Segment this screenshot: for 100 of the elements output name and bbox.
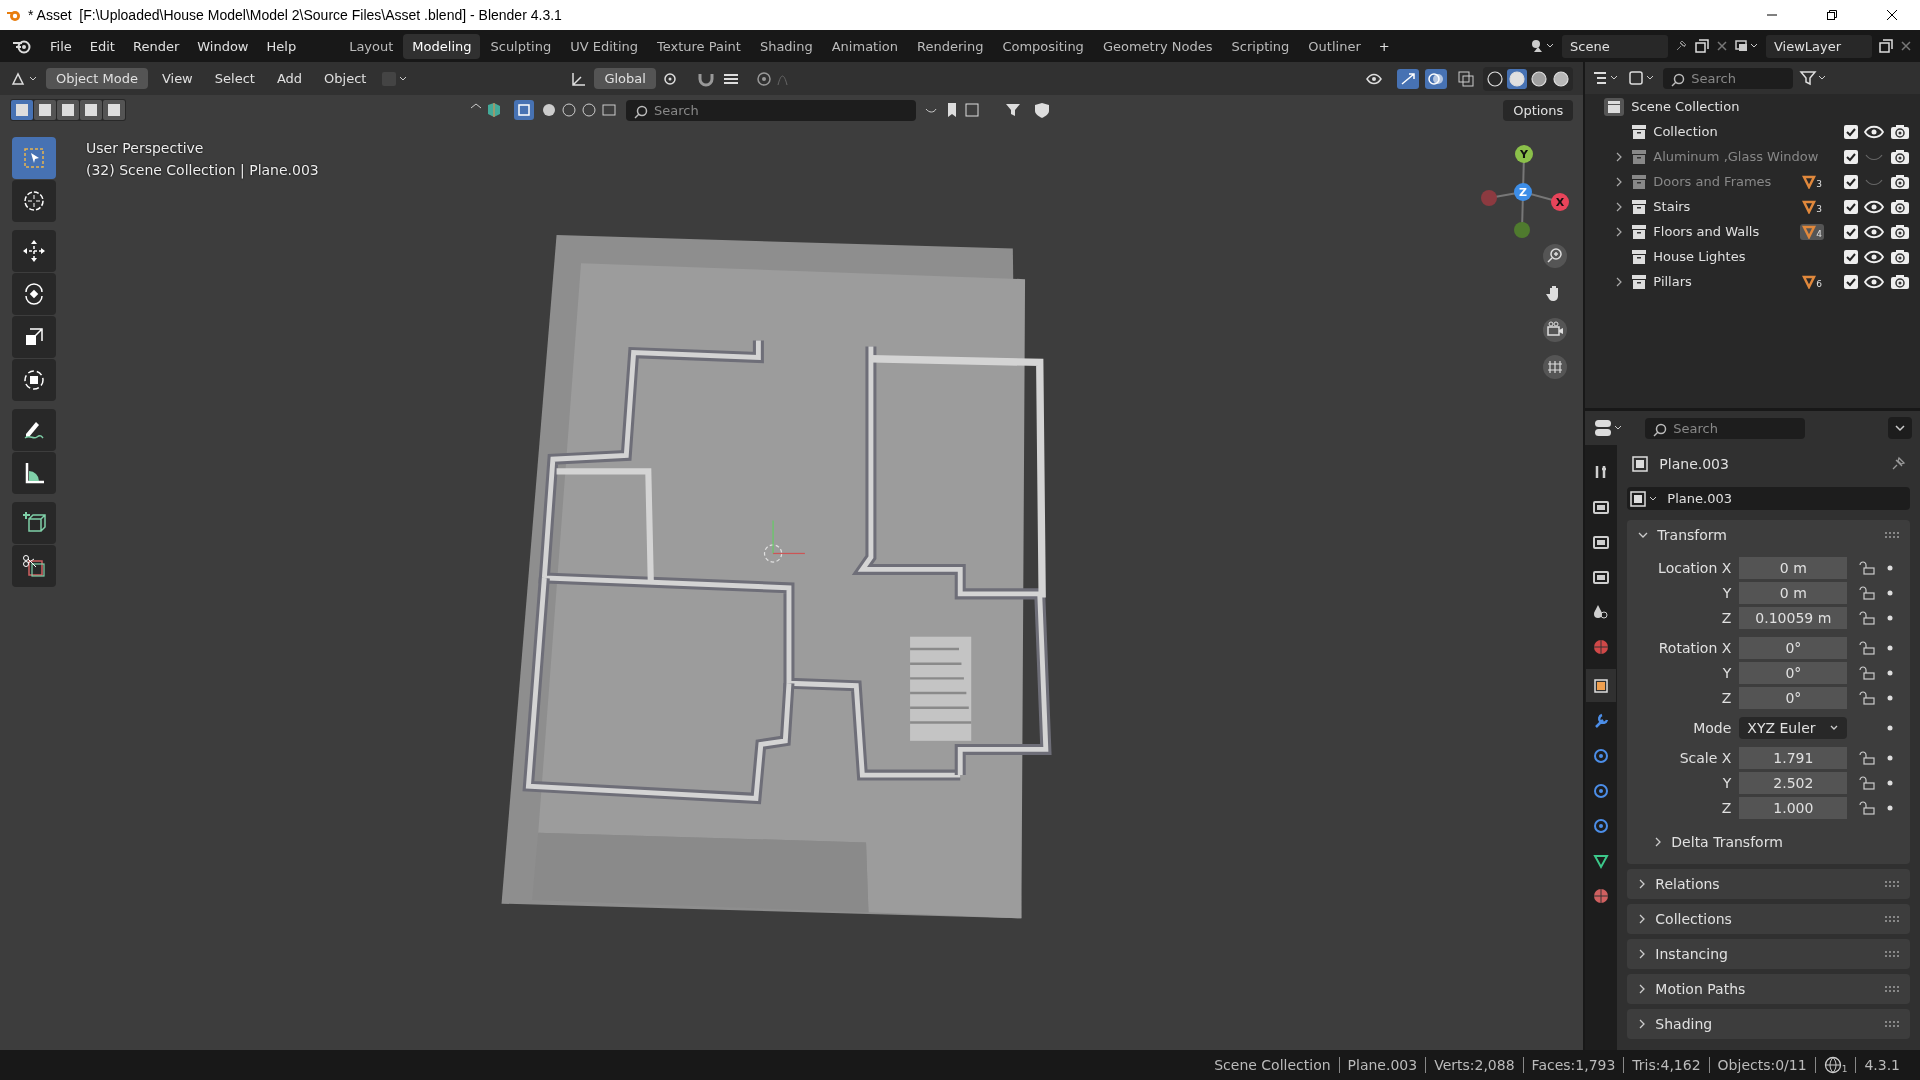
shading-mode-icon[interactable] [1529, 68, 1550, 89]
expand-icon[interactable] [1615, 275, 1624, 288]
keyframe-dot-icon[interactable] [1887, 725, 1894, 731]
number-field[interactable]: 0° [1739, 662, 1848, 684]
eye-icon[interactable] [1864, 249, 1884, 264]
rotate-tool[interactable] [12, 273, 56, 315]
mode-dropdown[interactable]: Object Mode [46, 68, 148, 89]
annotate-tool[interactable] [12, 409, 56, 451]
number-field[interactable]: 0.10059 m [1739, 607, 1848, 629]
workspace-tab[interactable]: Shading [750, 33, 822, 59]
copy-icon[interactable] [1878, 38, 1894, 54]
select-mode-icon[interactable] [103, 100, 125, 120]
menu-item[interactable]: Add [268, 68, 311, 89]
panel-title[interactable]: Relations [1655, 876, 1720, 892]
options-dropdown[interactable]: Options [1503, 99, 1574, 121]
number-field[interactable]: 0 m [1739, 582, 1848, 604]
select-mode-icon[interactable] [57, 100, 79, 120]
number-field[interactable]: 0° [1739, 687, 1848, 709]
keyframe-dot-icon[interactable] [1887, 780, 1894, 786]
menu-item[interactable]: Object [316, 68, 375, 89]
menu-item[interactable]: Select [206, 68, 263, 89]
object-tab[interactable] [1586, 669, 1617, 702]
lock-icon[interactable] [1859, 776, 1876, 790]
transform-tool[interactable] [12, 359, 56, 401]
panel-title[interactable]: Shading [1655, 1016, 1713, 1032]
gizmo-toggle-icon[interactable] [1397, 68, 1420, 89]
drag-handle-icon[interactable] [1884, 985, 1900, 993]
outliner-item[interactable]: Pillars [1653, 274, 1692, 289]
zoom-icon[interactable] [1542, 243, 1568, 269]
scene-icon[interactable] [1530, 38, 1556, 54]
view-layer-field[interactable]: ViewLayer [1766, 34, 1872, 58]
app-logo-icon[interactable] [12, 38, 32, 54]
search-field[interactable]: Search [626, 99, 916, 121]
scene-field[interactable]: Scene [1562, 34, 1668, 58]
lock-icon[interactable] [1859, 586, 1876, 600]
menu-item[interactable]: Help [258, 35, 305, 57]
menu-item[interactable]: Render [124, 35, 188, 57]
lock-icon[interactable] [1859, 641, 1876, 655]
mesh-count-badge[interactable]: 4 [1800, 223, 1824, 240]
keyframe-dot-icon[interactable] [1887, 755, 1894, 761]
select-mode-icon[interactable] [34, 100, 56, 120]
square-icon[interactable] [514, 100, 534, 120]
workspace-tab[interactable]: Animation [822, 33, 907, 59]
workspace-tab[interactable]: Outliner [1299, 33, 1370, 59]
panel-title[interactable]: Collections [1655, 911, 1732, 927]
maximize-icon[interactable] [1826, 9, 1838, 21]
add-workspace-button[interactable]: + [1370, 35, 1398, 57]
scale-tool[interactable] [12, 316, 56, 358]
shading-mode-icon[interactable] [1507, 68, 1528, 89]
workspace-tab[interactable]: Geometry Nodes [1093, 33, 1222, 59]
chevron-down-icon[interactable] [1888, 417, 1912, 439]
keyframe-dot-icon[interactable] [1887, 590, 1894, 596]
move-tool[interactable] [12, 230, 56, 272]
workspace-tab[interactable]: Scripting [1222, 33, 1299, 59]
checkbox[interactable] [1844, 199, 1858, 214]
panel-title[interactable]: Instancing [1655, 946, 1728, 962]
select-mode-icon[interactable] [11, 100, 33, 120]
menu-item[interactable]: Window [189, 35, 257, 57]
menu-item[interactable]: File [42, 35, 80, 57]
orientation-dropdown[interactable]: Global [594, 68, 656, 89]
cursor-tool[interactable] [12, 180, 56, 222]
expand-icon[interactable] [1615, 225, 1624, 238]
checkbox[interactable] [1844, 249, 1858, 264]
checkbox[interactable] [1844, 274, 1858, 289]
select-mode-icon[interactable] [80, 100, 102, 120]
axis-label[interactable]: X [1551, 193, 1569, 211]
workspace-tab[interactable]: Layout [340, 33, 403, 59]
drag-handle-icon[interactable] [1884, 950, 1900, 958]
eye-icon[interactable] [1864, 124, 1884, 139]
number-field[interactable]: 0 m [1739, 557, 1848, 579]
drag-handle-icon[interactable] [1884, 915, 1900, 923]
pin-icon[interactable] [1674, 39, 1688, 53]
outliner-item[interactable]: Stairs [1653, 199, 1691, 214]
keyframe-dot-icon[interactable] [1887, 615, 1894, 621]
shading-mode-icon[interactable] [1551, 68, 1572, 89]
number-field[interactable]: 0° [1739, 637, 1848, 659]
workspace-tab[interactable]: Texture Paint [648, 33, 750, 59]
copy-icon[interactable] [1694, 38, 1710, 54]
outliner-item[interactable]: Floors and Walls [1653, 224, 1760, 239]
keyframe-dot-icon[interactable] [1887, 645, 1894, 651]
eye-icon[interactable] [1864, 274, 1884, 289]
lock-icon[interactable] [1859, 751, 1876, 765]
keyframe-dot-icon[interactable] [1887, 565, 1894, 571]
keyframe-dot-icon[interactable] [1887, 670, 1894, 676]
lock-icon[interactable] [1859, 666, 1876, 680]
menu-item[interactable]: View [153, 68, 201, 89]
keyframe-dot-icon[interactable] [1887, 695, 1894, 701]
keyframe-dot-icon[interactable] [1887, 805, 1894, 811]
drag-handle-icon[interactable] [1884, 880, 1900, 888]
pin-icon[interactable] [1890, 456, 1906, 472]
layers-icon[interactable] [1734, 38, 1760, 54]
workspace-tab[interactable]: Modeling [403, 33, 481, 59]
drag-handle-icon[interactable] [1884, 531, 1900, 539]
lock-icon[interactable] [1859, 561, 1876, 575]
panel-title[interactable]: Transform [1657, 527, 1727, 543]
eye-icon[interactable] [1864, 224, 1884, 239]
drag-handle-icon[interactable] [1884, 1020, 1900, 1028]
checkbox[interactable] [1844, 224, 1858, 239]
outliner-item[interactable]: Collection [1653, 124, 1718, 139]
axis-label[interactable]: Y [1515, 145, 1533, 163]
